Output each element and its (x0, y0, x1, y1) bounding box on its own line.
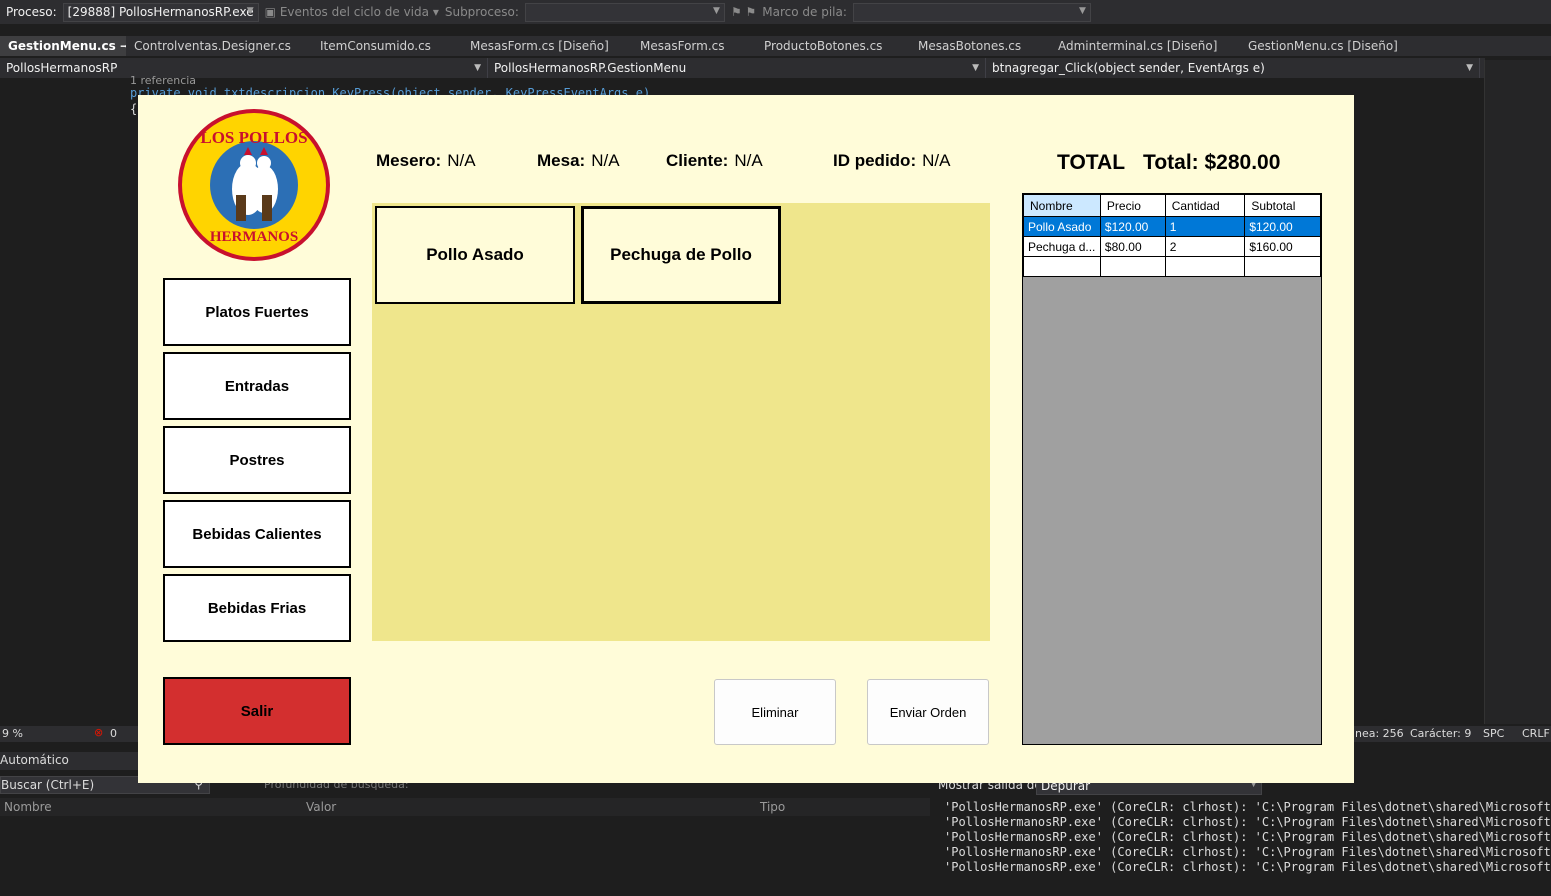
tab-mesasform-design[interactable]: MesasForm.cs [Diseño] (462, 36, 632, 56)
waiter-info: Mesero: N/A (376, 151, 476, 171)
total-display: TOTAL Total: $280.00 (1057, 151, 1280, 175)
cell-subtotal (1244, 256, 1321, 277)
tab-gestionmenu[interactable]: GestionMenu.cs ⊸ ✕ (0, 36, 126, 56)
cell-nombre: Pechuga d... (1023, 236, 1101, 257)
error-icon: ⊗ (94, 726, 104, 739)
vs-debug-toolbar: Proceso: [29888] PollosHermanosRP.exe ▼ ▣… (0, 0, 1551, 24)
flag-icon[interactable]: ⚑ ⚑ (731, 5, 756, 19)
output-line: 'PollosHermanosRP.exe' (CoreCLR: clrhost… (944, 815, 1551, 829)
spacing-indicator[interactable]: SPC (1483, 727, 1504, 740)
chevron-down-icon: ▼ (474, 63, 481, 73)
col-value: Valor (306, 800, 337, 814)
member-dropdown[interactable]: btnagregar_Click(object sender, EventArg… (986, 58, 1480, 78)
code-brace: { (130, 102, 138, 116)
send-order-button[interactable]: Enviar Orden (867, 679, 989, 745)
navigation-bar: PollosHermanosRP ▼ PollosHermanosRP.Gesti… (0, 58, 1485, 78)
cell-precio: $80.00 (1099, 236, 1166, 257)
total-value: Total: $280.00 (1143, 151, 1281, 174)
cell-precio: $120.00 (1099, 216, 1166, 237)
column-header-nombre[interactable]: Nombre (1023, 194, 1101, 217)
product-pollo-asado-button[interactable]: Pollo Asado (375, 206, 575, 304)
product-pechuga-de-pollo-button[interactable]: Pechuga de Pollo (581, 206, 781, 304)
column-header-cantidad[interactable]: Cantidad (1164, 194, 1246, 217)
thread-combo[interactable]: ▼ (524, 2, 725, 22)
col-name: Nombre (4, 800, 52, 814)
category-bebidas-calientes-button[interactable]: Bebidas Calientes (163, 500, 351, 568)
class-dropdown[interactable]: PollosHermanosRP.GestionMenu ▼ (488, 58, 986, 78)
line-indicator: nea: 256 (1355, 727, 1404, 740)
code-minimap[interactable] (1484, 60, 1551, 724)
delete-button[interactable]: Eliminar (714, 679, 836, 745)
client-value: N/A (734, 151, 763, 170)
waiter-value: N/A (447, 151, 476, 170)
thread-label: Subproceso: (444, 5, 519, 19)
process-combo[interactable]: [29888] PollosHermanosRP.exe ▼ (62, 2, 259, 22)
output-line: 'PollosHermanosRP.exe' (CoreCLR: clrhost… (944, 845, 1551, 859)
char-indicator: Carácter: 9 (1410, 727, 1472, 740)
tab-productobotones[interactable]: ProductoBotones.cs (756, 36, 910, 56)
zoom-level[interactable]: 9 % (2, 727, 23, 740)
tab-mesasbotones[interactable]: MesasBotones.cs (910, 36, 1050, 56)
svg-text:LOS POLLOS: LOS POLLOS (200, 128, 307, 147)
products-panel: Pollo Asado Pechuga de Pollo (372, 203, 990, 641)
gestion-menu-form: LOS POLLOS HERMANOS Platos Fuertes Entra… (138, 95, 1354, 783)
table-header-row: Nombre Precio Cantidad Subtotal (1023, 194, 1321, 217)
order-id-label: ID pedido: (833, 151, 917, 170)
col-type: Tipo (760, 800, 786, 814)
category-platos-fuertes-button[interactable]: Platos Fuertes (163, 278, 351, 346)
chevron-down-icon: ▼ (1466, 63, 1473, 73)
autos-column-headers: Nombre Valor Tipo (0, 798, 930, 816)
order-grid[interactable]: Nombre Precio Cantidad Subtotal Pollo As… (1022, 193, 1322, 745)
table-info: Mesa: N/A (537, 151, 620, 171)
stack-label: Marco de pila: (762, 5, 847, 19)
category-postres-button[interactable]: Postres (163, 426, 351, 494)
svg-text:HERMANOS: HERMANOS (210, 229, 298, 245)
tab-itemconsumido[interactable]: ItemConsumido.cs (312, 36, 462, 56)
order-table: Nombre Precio Cantidad Subtotal Pollo As… (1023, 194, 1321, 277)
autos-title: Automático (0, 753, 69, 767)
exit-button[interactable]: Salir (163, 677, 351, 745)
document-tabs: GestionMenu.cs ⊸ ✕ Controlventas.Designe… (0, 36, 1551, 56)
los-pollos-hermanos-logo: LOS POLLOS HERMANOS (178, 109, 330, 261)
tab-mesasform[interactable]: MesasForm.cs (632, 36, 756, 56)
stack-combo[interactable]: ▼ (852, 2, 1091, 22)
lifecycle-events-button[interactable]: ▣ Eventos del ciclo de vida ▾ (265, 5, 439, 19)
table-value: N/A (591, 151, 620, 170)
cell-cantidad (1164, 256, 1246, 277)
project-dropdown[interactable]: PollosHermanosRP ▼ (0, 58, 488, 78)
chevron-down-icon: ▼ (972, 63, 979, 73)
total-label: TOTAL (1057, 151, 1126, 174)
cell-cantidad: 1 (1164, 216, 1246, 237)
output-line: 'PollosHermanosRP.exe' (CoreCLR: clrhost… (944, 860, 1551, 874)
cell-nombre (1023, 256, 1101, 277)
category-entradas-button[interactable]: Entradas (163, 352, 351, 420)
table-row[interactable]: Pollo Asado $120.00 1 $120.00 (1023, 216, 1321, 237)
output-line: 'PollosHermanosRP.exe' (CoreCLR: clrhost… (944, 830, 1551, 844)
column-header-subtotal[interactable]: Subtotal (1244, 194, 1321, 217)
category-bebidas-frias-button[interactable]: Bebidas Frias (163, 574, 351, 642)
error-count[interactable]: 0 (110, 727, 117, 740)
tab-controlventas-designer[interactable]: Controlventas.Designer.cs (126, 36, 312, 56)
table-row-new[interactable] (1023, 256, 1321, 277)
output-log[interactable]: 'PollosHermanosRP.exe' (CoreCLR: clrhost… (936, 800, 1551, 896)
tab-gestionmenu-design[interactable]: GestionMenu.cs [Diseño] (1240, 36, 1420, 56)
line-ending-indicator[interactable]: CRLF (1522, 727, 1550, 740)
tab-adminterminal-design[interactable]: Adminterminal.cs [Diseño] (1050, 36, 1240, 56)
waiter-label: Mesero: (376, 151, 442, 170)
column-header-precio[interactable]: Precio (1099, 194, 1166, 217)
table-row[interactable]: Pechuga d... $80.00 2 $160.00 (1023, 236, 1321, 257)
order-id-value: N/A (922, 151, 951, 170)
cell-cantidad: 2 (1164, 236, 1246, 257)
client-label: Cliente: (666, 151, 729, 170)
cell-precio (1099, 256, 1166, 277)
cell-subtotal: $160.00 (1244, 236, 1321, 257)
client-info: Cliente: N/A (666, 151, 763, 171)
table-label: Mesa: (537, 151, 586, 170)
order-id-info: ID pedido: N/A (833, 151, 950, 171)
cell-subtotal: $120.00 (1244, 216, 1321, 237)
process-label: Proceso: (6, 5, 57, 19)
chevron-down-icon: ▼ (246, 5, 254, 16)
cell-nombre: Pollo Asado (1023, 216, 1101, 237)
output-line: 'PollosHermanosRP.exe' (CoreCLR: clrhost… (944, 800, 1551, 814)
